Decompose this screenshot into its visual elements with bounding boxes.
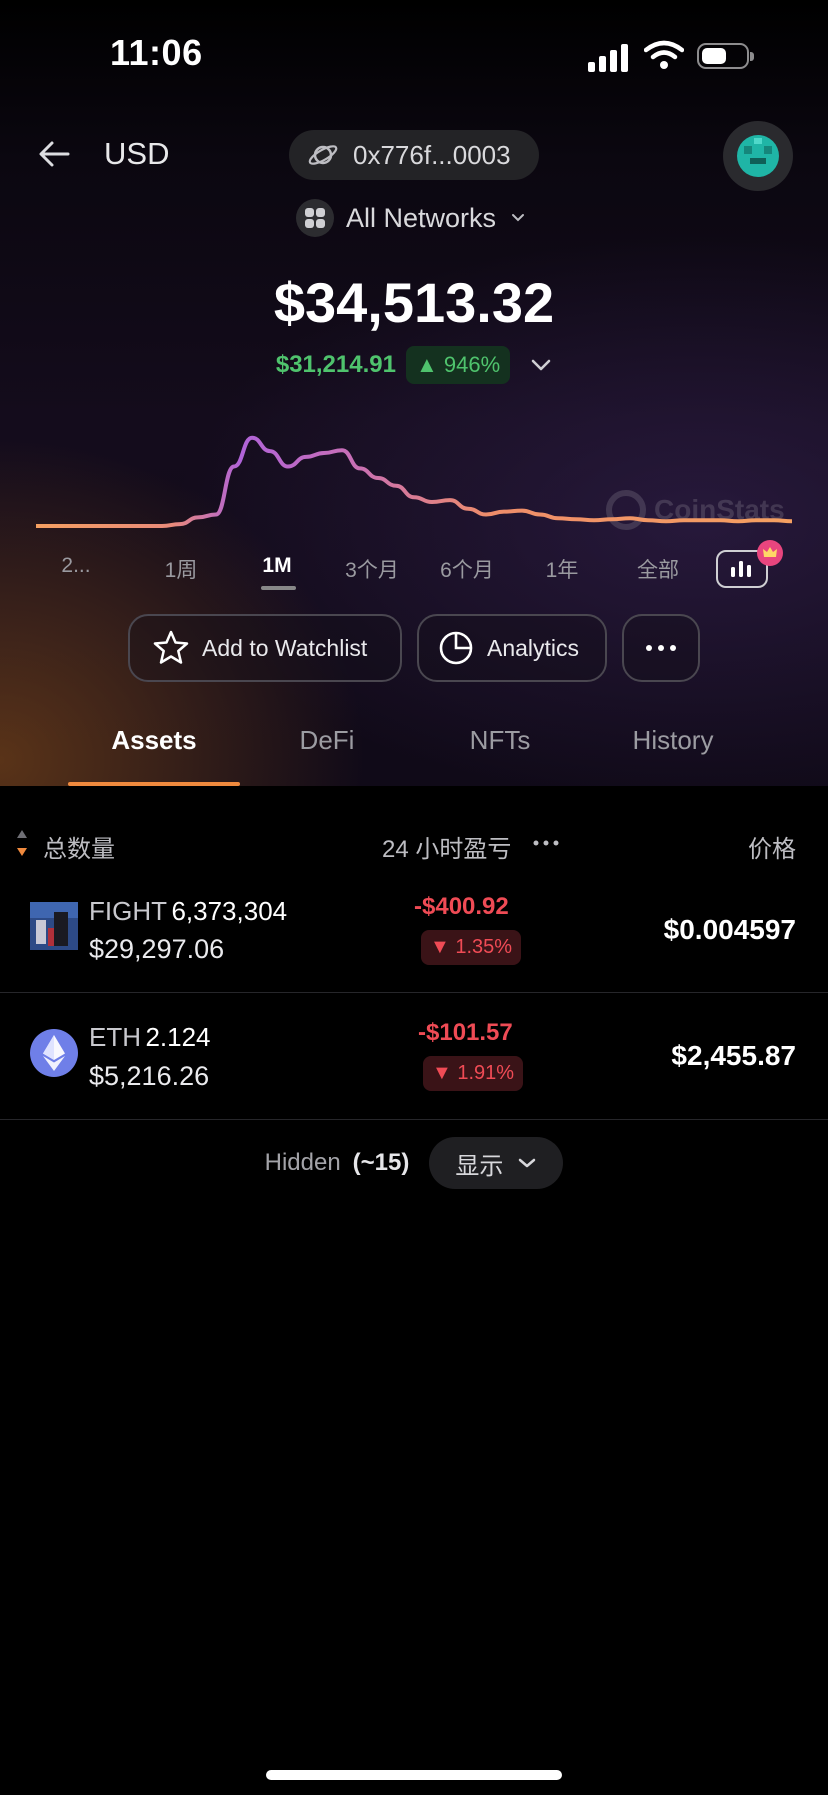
back-arrow-icon[interactable] xyxy=(36,136,72,172)
status-time: 11:06 xyxy=(110,32,203,73)
chevron-down-icon xyxy=(519,1158,536,1168)
hidden-label: Hidden xyxy=(264,1149,341,1176)
asset-symbol: ETH xyxy=(89,1022,141,1052)
wifi-icon xyxy=(644,40,684,69)
ethereum-icon xyxy=(30,1029,78,1077)
tab-nfts[interactable]: NFTs xyxy=(470,725,531,756)
column-pnl-header[interactable]: 24 小时盈亏 xyxy=(382,829,511,864)
asset-pnl-badge: ▼ 1.91% xyxy=(423,1056,524,1091)
tab-defi[interactable]: DeFi xyxy=(300,725,355,756)
sort-icon[interactable] xyxy=(16,828,28,858)
wallet-address: 0x776f...0003 xyxy=(353,139,511,170)
show-hidden-button[interactable]: 显示 xyxy=(429,1137,564,1189)
active-range-underline xyxy=(261,586,296,590)
time-range-option[interactable]: 1年 xyxy=(546,554,579,584)
down-triangle-icon: ▼ xyxy=(430,936,450,958)
networks-grid-icon[interactable] xyxy=(296,199,334,237)
fight-token-icon xyxy=(30,902,78,950)
portfolio-total: $34,513.32 xyxy=(273,271,555,334)
time-range-option[interactable]: 3个月 xyxy=(345,554,399,584)
row-divider xyxy=(0,1119,828,1120)
portfolio-line-chart[interactable] xyxy=(36,418,792,543)
analytics-button[interactable]: Analytics xyxy=(417,614,607,682)
time-range-option[interactable]: 1周 xyxy=(165,554,198,584)
time-range-option[interactable]: 2... xyxy=(61,554,90,578)
up-triangle-icon: ▲ xyxy=(415,352,438,377)
down-triangle-icon: ▼ xyxy=(432,1062,452,1084)
tab-assets[interactable]: Assets xyxy=(111,725,196,756)
asset-value: $29,297.06 xyxy=(89,934,225,964)
show-hidden-label: 显示 xyxy=(455,1152,504,1180)
more-options-button[interactable] xyxy=(622,614,700,682)
pnl-value: $31,214.91 xyxy=(275,351,396,378)
analytics-label: Analytics xyxy=(487,634,580,661)
home-indicator xyxy=(266,1770,562,1780)
portfolio-tabs: Assets DeFi NFTs History xyxy=(0,715,828,785)
column-amount-header[interactable]: 总数量 xyxy=(43,829,115,864)
pnl-percent-badge: ▲ 946% xyxy=(405,346,511,384)
asset-value: $5,216.26 xyxy=(89,1061,210,1091)
time-range-option[interactable]: 1M xyxy=(262,554,291,578)
time-range-selector: 2... 1周 1M 3个月 6个月 1年 全部 xyxy=(36,554,776,594)
pnl-percent: 946% xyxy=(443,352,501,377)
avatar-image xyxy=(737,135,779,177)
currency-selector[interactable]: USD xyxy=(104,136,169,172)
cellular-signal-icon xyxy=(588,44,628,72)
chart-series-line xyxy=(36,435,792,528)
chevron-down-icon xyxy=(531,359,551,371)
add-to-watchlist-button[interactable]: Add to Watchlist xyxy=(128,614,402,682)
star-icon xyxy=(153,630,189,664)
battery-icon xyxy=(697,43,754,69)
tab-history[interactable]: History xyxy=(633,725,714,756)
hidden-assets-row: Hidden (~15) 显示 xyxy=(0,1137,828,1189)
asset-price: $0.004597 xyxy=(663,914,796,945)
asset-price: $2,455.87 xyxy=(671,1040,796,1071)
wallet-address-pill[interactable]: 0x776f...0003 xyxy=(289,130,539,180)
more-dots-icon[interactable] xyxy=(532,839,560,847)
asset-quantity: 6,373,304 xyxy=(171,896,288,926)
asset-row[interactable]: ETH 2.124 $5,216.26 -$101.57 ▼ 1.91% $2,… xyxy=(0,993,828,1119)
asset-pnl: -$101.57 xyxy=(418,1019,513,1046)
pie-chart-icon xyxy=(439,631,473,665)
time-range-option[interactable]: 全部 xyxy=(637,554,679,584)
watchlist-label: Add to Watchlist xyxy=(202,634,368,661)
more-dots-icon xyxy=(646,645,676,651)
active-tab-indicator xyxy=(68,782,240,786)
portfolio-hero xyxy=(0,0,828,786)
premium-crown-icon xyxy=(757,540,783,566)
planet-icon xyxy=(308,145,338,165)
asset-quantity: 2.124 xyxy=(145,1022,211,1052)
profile-avatar[interactable] xyxy=(723,121,793,191)
asset-pnl-badge: ▼ 1.35% xyxy=(421,930,522,965)
asset-pnl: -$400.92 xyxy=(414,893,509,920)
chevron-down-icon xyxy=(512,214,524,222)
asset-symbol: FIGHT xyxy=(89,896,167,926)
column-price-header[interactable]: 价格 xyxy=(748,829,796,864)
asset-row[interactable]: FIGHT 6,373,304 $29,297.06 -$400.92 ▼ 1.… xyxy=(0,880,828,992)
asset-pnl-percent: 1.35% xyxy=(455,936,513,958)
pnl-row[interactable]: $31,214.91 ▲ 946% xyxy=(0,346,828,384)
network-selector[interactable]: All Networks xyxy=(346,203,496,234)
time-range-option[interactable]: 6个月 xyxy=(440,554,494,584)
hidden-count: (~15) xyxy=(352,1149,410,1176)
asset-pnl-percent: 1.91% xyxy=(457,1062,515,1084)
